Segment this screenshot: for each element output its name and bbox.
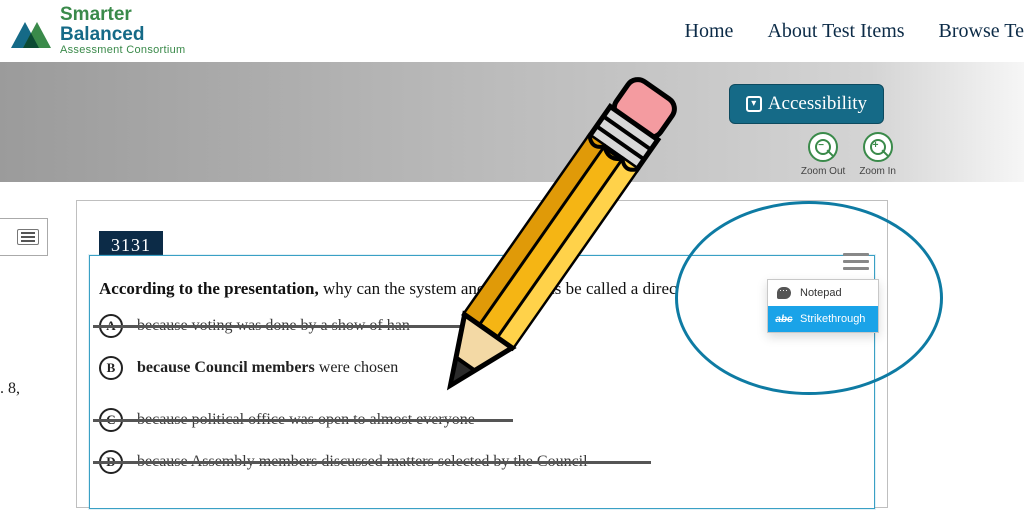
question-stem: According to the presentation, why can t… bbox=[99, 279, 859, 299]
hamburger-icon[interactable] bbox=[17, 229, 39, 245]
left-partial-panel bbox=[0, 218, 48, 256]
answer-choices: A because voting was done by a show of h… bbox=[99, 309, 799, 479]
zoom-in-label: Zoom In bbox=[859, 166, 896, 177]
choice-c[interactable]: C because political office was open to a… bbox=[99, 403, 799, 437]
dropdown-box-icon bbox=[746, 96, 762, 112]
magnifier-plus-icon: + bbox=[863, 132, 893, 162]
zoom-out-button[interactable]: − Zoom Out bbox=[801, 132, 845, 177]
accessibility-label: Accessibility bbox=[768, 93, 867, 115]
strikethrough-line bbox=[93, 419, 513, 422]
menu-notepad-label: Notepad bbox=[800, 287, 842, 299]
stem-bold: According to the presentation, bbox=[99, 279, 319, 298]
choice-text: because Council members were chosen bbox=[137, 359, 398, 377]
brand-text: Smarter Balanced Assessment Consortium bbox=[60, 5, 186, 56]
toolbar-band: Accessibility − Zoom Out + Zoom In bbox=[0, 62, 1024, 182]
brand-line1: Smarter bbox=[60, 5, 186, 25]
brand-logo[interactable]: Smarter Balanced Assessment Consortium bbox=[8, 5, 186, 56]
zoom-controls: − Zoom Out + Zoom In bbox=[801, 132, 896, 177]
primary-nav: Home About Test Items Browse Te bbox=[685, 20, 1024, 43]
menu-strikethrough-label: Strikethrough bbox=[800, 313, 865, 325]
content-area: . 8, 3131 According to the presentation,… bbox=[0, 182, 1024, 512]
nav-home[interactable]: Home bbox=[685, 20, 734, 43]
stem-rest: why can the system ancient Athens be cal… bbox=[319, 279, 677, 298]
strikethrough-icon: abc bbox=[776, 312, 792, 326]
magnifier-minus-icon: − bbox=[808, 132, 838, 162]
zoom-in-button[interactable]: + Zoom In bbox=[859, 132, 896, 177]
top-nav: Smarter Balanced Assessment Consortium H… bbox=[0, 0, 1024, 62]
choice-letter: B bbox=[99, 356, 123, 380]
speech-bubble-icon bbox=[776, 286, 792, 300]
accessibility-button[interactable]: Accessibility bbox=[729, 84, 884, 124]
brand-line2: Balanced bbox=[60, 25, 186, 45]
menu-strikethrough[interactable]: abc Strikethrough bbox=[768, 306, 878, 332]
context-menu: Notepad abc Strikethrough bbox=[767, 279, 879, 333]
item-menu-button[interactable] bbox=[843, 253, 869, 270]
left-text-fragment: . 8, bbox=[0, 380, 20, 398]
nav-browse[interactable]: Browse Te bbox=[939, 20, 1024, 43]
choice-b[interactable]: B because Council members were chosen bbox=[99, 351, 799, 385]
strikethrough-line bbox=[93, 325, 487, 328]
choice-d[interactable]: D because Assembly members discussed mat… bbox=[99, 445, 799, 479]
logo-mark-icon bbox=[8, 8, 54, 54]
choice-a[interactable]: A because voting was done by a show of h… bbox=[99, 309, 799, 343]
menu-notepad[interactable]: Notepad bbox=[768, 280, 878, 306]
zoom-out-label: Zoom Out bbox=[801, 166, 845, 177]
brand-line3: Assessment Consortium bbox=[60, 45, 186, 57]
strikethrough-line bbox=[93, 461, 651, 464]
nav-about-items[interactable]: About Test Items bbox=[767, 20, 904, 43]
question-panel: 3131 According to the presentation, why … bbox=[76, 200, 888, 508]
